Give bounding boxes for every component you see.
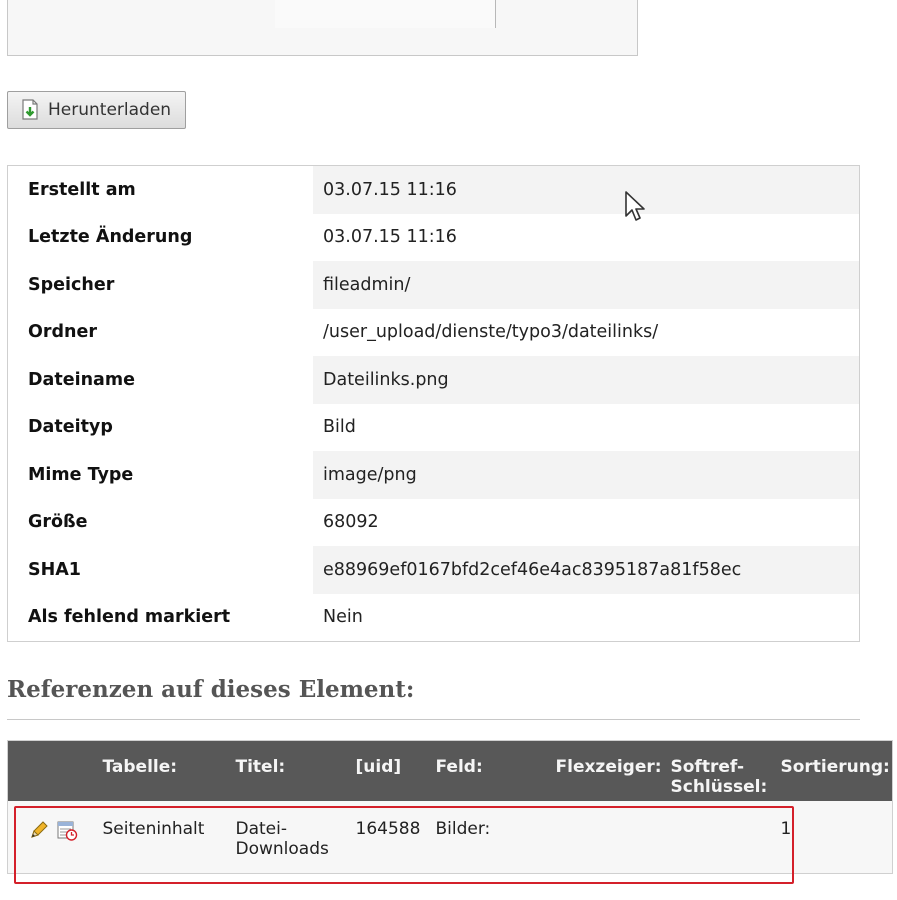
download-button-label: Herunterladen <box>48 100 172 120</box>
references-header-row: Tabelle: Titel: [uid] Feld: Flexzeiger: … <box>7 740 893 801</box>
info-value: Dateilinks.png <box>313 356 860 404</box>
pencil-icon[interactable] <box>28 819 50 841</box>
download-button[interactable]: Herunterladen <box>7 91 187 129</box>
info-value: Bild <box>323 417 356 438</box>
info-value: 03.07.15 11:16 <box>323 227 457 248</box>
file-info-table: Erstellt am 03.07.15 11:16 Letzte Änderun… <box>7 165 860 642</box>
column-header-field: Feld: <box>435 740 556 801</box>
info-value: 68092 <box>323 512 379 533</box>
info-label: Als fehlend markiert <box>28 607 231 628</box>
info-row-missing: Als fehlend markiert Nein <box>8 594 860 642</box>
mouse-pointer-icon <box>625 191 645 221</box>
column-header-flexpointer: Flexzeiger: <box>555 740 671 801</box>
info-row-sha1: SHA1 e88969ef0167bfd2cef46e4ac8395187a81f… <box>7 546 860 594</box>
column-header-softref-key: Softref-Schlüssel: <box>670 740 781 801</box>
info-value: Nein <box>323 607 363 628</box>
image-preview <box>275 0 496 28</box>
info-label: Ordner <box>28 322 97 343</box>
info-row-size: Größe 68092 <box>8 499 860 547</box>
cell-softref-key <box>670 800 781 874</box>
info-value: image/png <box>313 451 860 499</box>
info-value: /user_upload/dienste/typo3/dateilinks/ <box>323 322 659 343</box>
column-header-sorting: Sortierung: <box>780 740 893 801</box>
info-row-folder: Ordner/user_upload/dienste/typo3/dateili… <box>8 309 860 357</box>
table-row: Seiteninhalt Datei-Downloads 164588 Bild… <box>7 800 893 874</box>
cell-field: Bilder: <box>435 800 556 874</box>
info-label: Größe <box>28 512 88 533</box>
info-value: 03.07.15 11:16 <box>313 165 860 214</box>
cell-uid: 164588 <box>355 800 436 874</box>
info-label: Letzte Änderung <box>28 227 193 248</box>
cell-title: Datei-Downloads <box>235 800 356 874</box>
row-actions <box>7 800 103 874</box>
column-header-table: Tabelle: <box>102 740 236 801</box>
references-heading: Referenzen auf dieses Element: <box>7 676 860 720</box>
info-label: Erstellt am <box>7 165 313 214</box>
info-label: SHA1 <box>7 546 313 594</box>
cell-sorting: 1 <box>780 800 893 874</box>
info-label: Dateiname <box>7 356 313 404</box>
info-row-created: Erstellt am 03.07.15 11:16 <box>7 165 860 214</box>
cell-flexpointer <box>555 800 671 874</box>
info-row-modified: Letzte Änderung 03.07.15 11:16 <box>8 214 860 262</box>
info-row-storage: Speicher fileadmin/ <box>7 261 860 309</box>
info-label: Dateityp <box>28 417 113 438</box>
info-row-filetype: Dateityp Bild <box>8 404 860 452</box>
info-value: e88969ef0167bfd2cef46e4ac8395187a81f58ec <box>313 546 860 594</box>
info-row-filename: Dateiname Dateilinks.png <box>7 356 860 404</box>
info-label: Mime Type <box>7 451 313 499</box>
record-history-icon[interactable] <box>56 819 78 841</box>
cell-table: Seiteninhalt <box>102 800 236 874</box>
info-label: Speicher <box>7 261 313 309</box>
column-header-actions <box>7 740 103 801</box>
image-preview-box <box>7 0 638 56</box>
column-header-uid: [uid] <box>355 740 436 801</box>
info-row-mimetype: Mime Type image/png <box>7 451 860 499</box>
column-header-title: Titel: <box>235 740 356 801</box>
download-file-icon <box>22 99 38 120</box>
references-table: Tabelle: Titel: [uid] Feld: Flexzeiger: … <box>7 740 893 874</box>
info-value: fileadmin/ <box>313 261 860 309</box>
